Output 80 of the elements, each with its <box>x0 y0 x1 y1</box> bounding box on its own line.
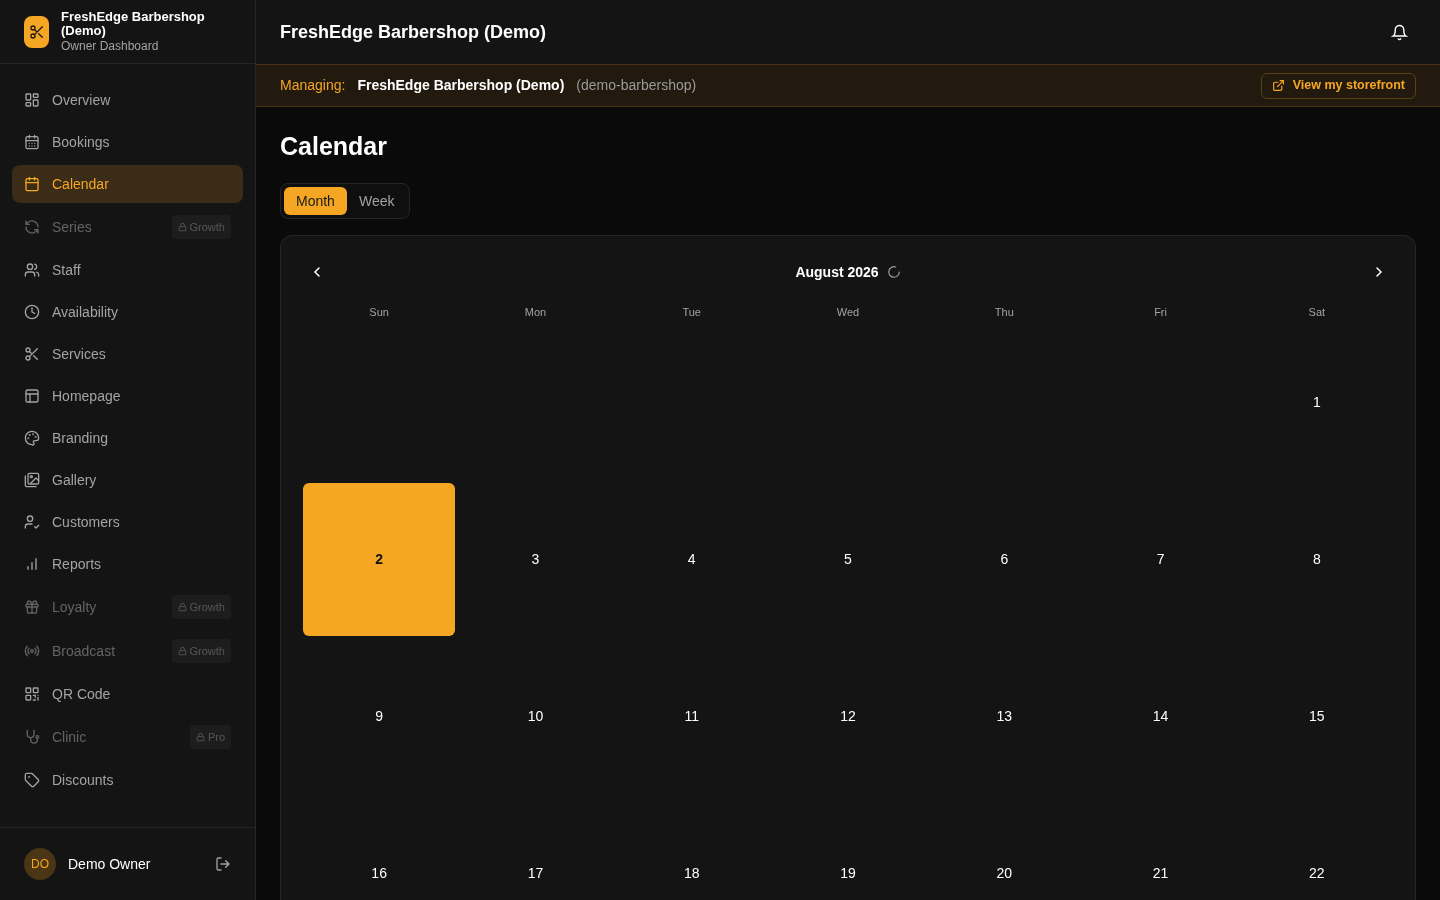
calendar-day[interactable]: 17 <box>459 797 612 900</box>
brand-subtitle: Owner Dashboard <box>61 38 160 54</box>
sidebar-item[interactable]: Calendar <box>12 165 243 203</box>
palette-icon <box>24 430 40 446</box>
calendar-day[interactable]: 19 <box>771 797 925 900</box>
calendar-day[interactable]: 14 <box>1084 640 1237 793</box>
sidebar-item[interactable]: Homepage <box>12 377 243 415</box>
weekday-label: Thu <box>994 304 1014 320</box>
calendar-day[interactable]: 21 <box>1084 797 1237 900</box>
tag-icon <box>24 772 40 788</box>
weekday-label: Wed <box>836 304 860 320</box>
view-tab[interactable]: Week <box>346 187 407 215</box>
users-icon <box>24 262 40 278</box>
month-title: August 2026 <box>795 262 879 282</box>
refresh-icon <box>24 219 40 235</box>
brand-name: FreshEdge Barbershop (Demo) <box>61 9 206 38</box>
calendar-icon <box>24 176 40 192</box>
calendar-day[interactable]: 12 <box>771 640 925 793</box>
calendar-day[interactable]: 2 <box>303 483 456 636</box>
calendar-day[interactable]: 5 <box>771 483 925 636</box>
weekday-label: Fri <box>1154 304 1167 320</box>
calendar-day[interactable]: 8 <box>1240 483 1393 636</box>
weekday-label: Sun <box>369 304 389 320</box>
external-link-icon <box>1271 79 1285 92</box>
sidebar-item[interactable]: Availability <box>12 293 243 331</box>
page-title: Calendar <box>280 131 388 161</box>
calendar-day[interactable]: 1 <box>1240 326 1393 479</box>
logout-icon[interactable] <box>215 856 231 872</box>
header-title: FreshEdge Barbershop (Demo) <box>280 20 547 44</box>
sidebar-item[interactable]: QR Code <box>12 675 243 713</box>
lock-icon <box>177 222 187 232</box>
qr-code-icon <box>24 686 40 702</box>
user-name: Demo Owner <box>68 854 152 874</box>
weekday-label: Mon <box>524 304 547 320</box>
stethoscope-icon <box>24 729 40 745</box>
managing-label: Managing: <box>280 76 346 95</box>
scissors-icon <box>24 346 40 362</box>
sidebar-item[interactable]: Reports <box>12 545 243 583</box>
user-avatar: DO <box>24 848 56 880</box>
sidebar-item[interactable]: Services <box>12 335 243 373</box>
calendar-day[interactable]: 18 <box>615 797 768 900</box>
sidebar-item[interactable]: Gallery <box>12 461 243 499</box>
broadcast-icon <box>24 643 40 659</box>
sidebar-item[interactable]: Branding <box>12 419 243 457</box>
calendar-day[interactable]: 4 <box>615 483 768 636</box>
calendar-icon <box>24 134 40 150</box>
calendar-day[interactable]: 6 <box>928 483 1081 636</box>
calendar-day[interactable]: 9 <box>303 640 456 793</box>
sidebar-item[interactable]: Customers <box>12 503 243 541</box>
user-check-icon <box>24 514 40 530</box>
notification-icon[interactable] <box>1391 23 1408 41</box>
weekday-label: Sat <box>1308 304 1326 320</box>
calendar-day[interactable]: 15 <box>1240 640 1393 793</box>
layout-icon <box>24 388 40 404</box>
clock-icon <box>24 304 40 320</box>
sidebar-item[interactable]: Discounts <box>12 761 243 799</box>
calendar-day[interactable]: 13 <box>928 640 1081 793</box>
calendar-day[interactable]: 3 <box>459 483 612 636</box>
calendar-day[interactable]: 22 <box>1240 797 1393 900</box>
calendar-day[interactable]: 10 <box>459 640 612 793</box>
sidebar-item[interactable]: Staff <box>12 251 243 289</box>
lock-icon <box>195 732 205 742</box>
view-tab[interactable]: Month <box>284 187 347 215</box>
calendar-day[interactable]: 16 <box>303 797 456 900</box>
lock-icon <box>177 646 187 656</box>
grid-icon <box>24 92 40 108</box>
managing-slug: (demo-barbershop) <box>576 76 698 95</box>
lock-icon <box>177 602 187 612</box>
calendar-day[interactable]: 20 <box>928 797 1081 900</box>
images-icon <box>24 472 40 488</box>
sidebar-item[interactable]: Overview <box>12 81 243 119</box>
gift-icon <box>24 599 40 615</box>
bar-chart-icon <box>24 556 40 572</box>
calendar-day[interactable]: 7 <box>1084 483 1237 636</box>
logo-icon <box>24 15 49 48</box>
calendar-day[interactable]: 11 <box>615 640 768 793</box>
managing-shop-name: FreshEdge Barbershop (Demo) <box>357 76 565 95</box>
sidebar-item[interactable]: Bookings <box>12 123 243 161</box>
weekday-label: Tue <box>682 304 701 320</box>
view-storefront-button[interactable]: View my storefront <box>1260 72 1416 99</box>
